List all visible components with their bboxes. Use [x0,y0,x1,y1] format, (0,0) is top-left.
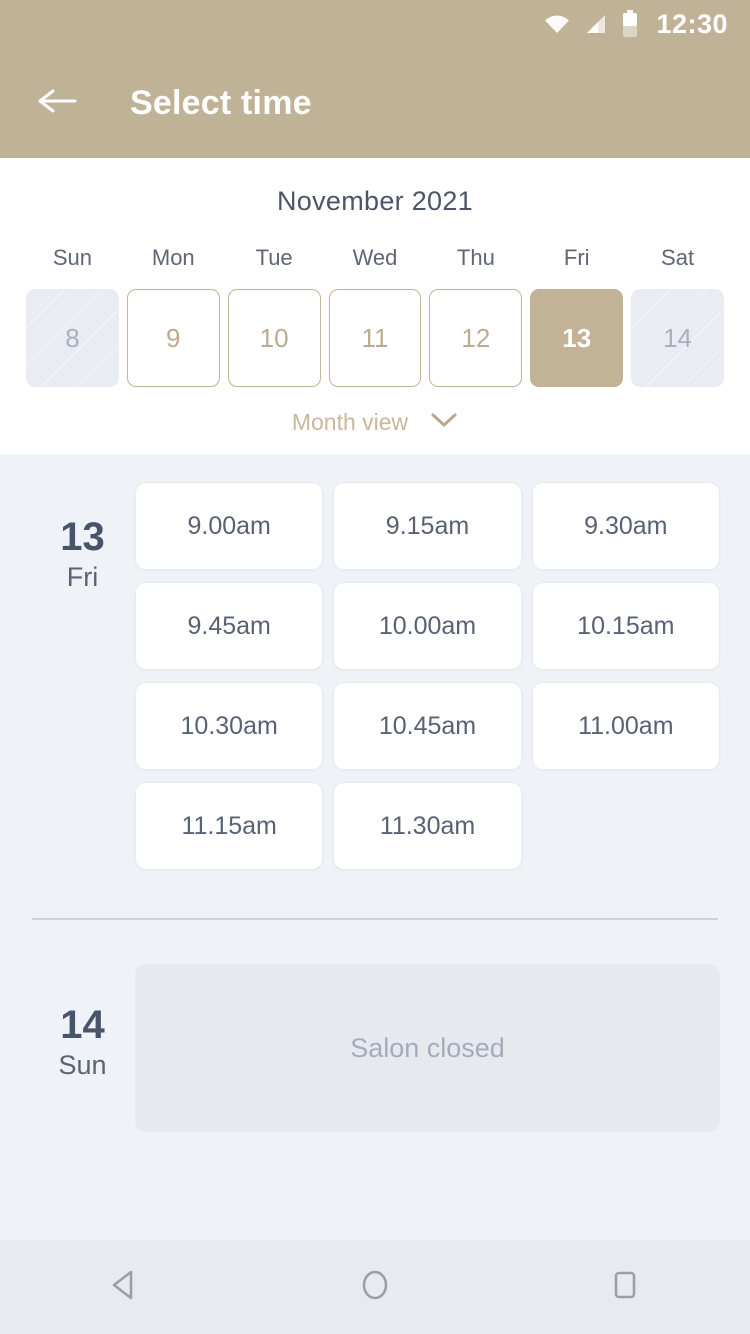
time-slot[interactable]: 9.30am [531,482,720,570]
wifi-icon [544,14,570,34]
nav-back-triangle-icon [106,1266,144,1309]
day-name-fri: Fri [563,245,590,270]
day-label-number: 14 [60,1003,105,1047]
calendar-strip: November 2021 Sun Mon Tue Wed Thu Fri Sa… [0,158,750,454]
day-name-thu: Thu [456,245,495,270]
slot-grid: 9.00am 9.15am 9.30am 9.45am 10.00am 10.1… [135,482,720,870]
month-view-toggle-label: Month view [291,409,409,435]
day-label-number: 13 [60,515,105,559]
time-slot[interactable]: 9.45am [135,582,324,670]
time-slot[interactable]: 10.15am [531,582,720,670]
page-title: Select time [130,83,312,122]
day-name-sat: Sat [661,245,695,270]
day-group-13: 13 Fri 9.00am 9.15am 9.30am 9.45am 10.00… [0,454,750,870]
calendar-date-8: 8 [26,289,119,387]
day-name-tue: Tue [255,245,293,270]
time-slot[interactable]: 11.30am [333,782,522,870]
day-label-weekday: Fri [66,562,99,592]
day-name-mon: Mon [151,245,195,270]
chevron-down-icon [430,412,458,433]
day-name-sun: Sun [52,245,92,270]
calendar-date-9[interactable]: 9 [126,289,220,387]
nav-back-button[interactable] [70,1240,180,1334]
day-label-13: 13 Fri [30,482,135,870]
battery-icon [622,10,638,38]
time-slot[interactable]: 10.00am [333,582,522,670]
time-slot[interactable]: 10.30am [135,682,324,770]
signal-icon [584,12,608,36]
back-button[interactable] [34,80,80,126]
day-label-weekday: Sun [58,1050,107,1080]
time-slot[interactable]: 11.00am [531,682,720,770]
calendar-dates-row: 8 9 10 11 12 13 14 [0,289,750,387]
time-slot[interactable]: 10.45am [333,682,522,770]
salon-closed-banner: Salon closed [135,964,720,1132]
nav-home-circle-icon [356,1266,394,1309]
app-bar: Select time [0,48,750,158]
phone-screen: 12:30 Select time November 2021 Sun Mon … [0,0,750,1334]
calendar-date-14: 14 [631,289,724,387]
calendar-date-12[interactable]: 12 [429,289,523,387]
nav-home-button[interactable] [320,1240,430,1334]
nav-recents-square-icon [606,1266,644,1309]
calendar-date-10[interactable]: 10 [227,289,321,387]
calendar-date-11[interactable]: 11 [328,289,422,387]
nav-recents-button[interactable] [570,1240,680,1334]
day-group-14: 14 Sun Salon closed [0,920,750,1132]
android-nav-bar [0,1240,750,1334]
time-slot[interactable]: 9.15am [333,482,522,570]
day-name-wed: Wed [352,245,398,270]
status-bar: 12:30 [0,0,750,48]
day-label-14: 14 Sun [30,964,135,1132]
calendar-date-13[interactable]: 13 [530,289,624,387]
back-arrow-icon [37,86,77,121]
time-slot[interactable]: 11.15am [135,782,324,870]
calendar-day-names: Sun Mon Tue Wed Thu Fri Sat [0,245,750,271]
status-bar-clock: 12:30 [656,8,728,39]
time-slot[interactable]: 9.00am [135,482,324,570]
month-view-toggle[interactable]: Month view [0,409,750,436]
calendar-month-title: November 2021 [276,186,473,216]
time-slot-list: 13 Fri 9.00am 9.15am 9.30am 9.45am 10.00… [0,454,750,1240]
